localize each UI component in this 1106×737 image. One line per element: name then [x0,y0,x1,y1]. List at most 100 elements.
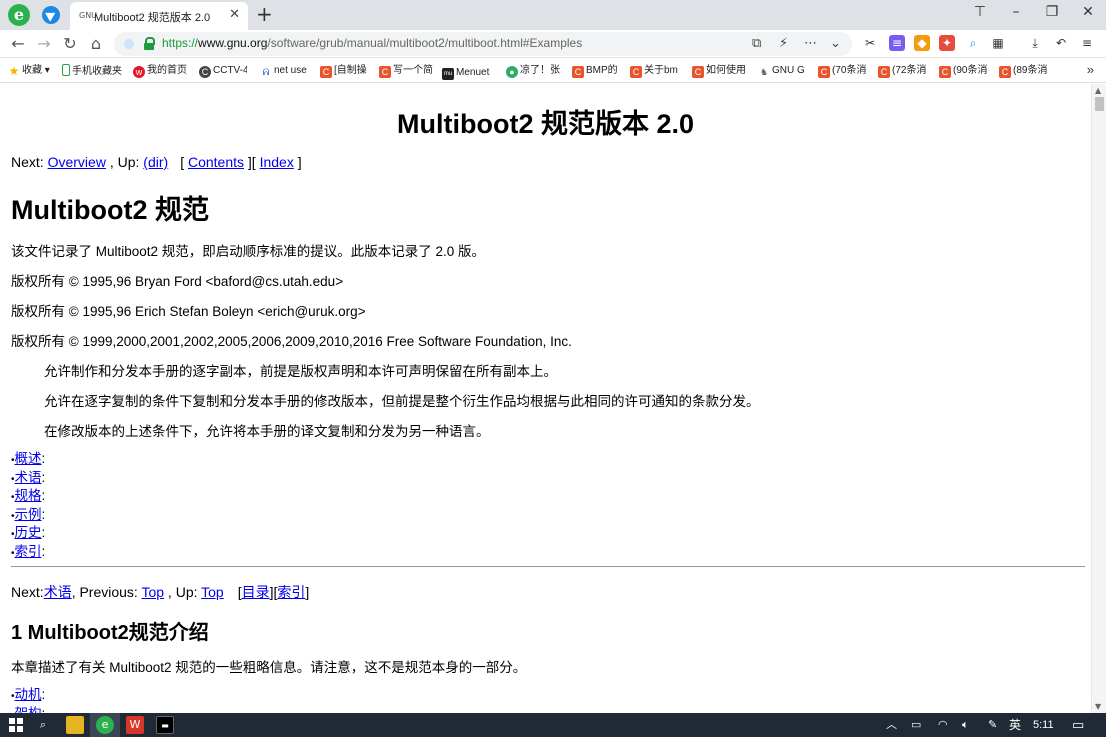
shield-extension-icon[interactable]: ◆ [914,35,930,51]
menu-icon[interactable]: ≡ [1079,35,1095,51]
csdn-icon: C [878,66,890,78]
link-overview[interactable]: Overview [48,154,106,170]
search-icon[interactable]: ⌕ [34,716,52,734]
apps-grid-icon[interactable]: ▦ [990,35,1006,51]
bookmark-menuet[interactable]: mu Menuet [442,64,494,80]
browser-toolbar: ← → ↻ ⌂ https://www.gnu.org/software/gru… [0,30,1106,58]
browser-logo-icon[interactable]: e [8,4,30,26]
toc-link-index[interactable]: 索引 [15,544,42,559]
toc-link-architecture[interactable]: 架构 [15,706,42,714]
search-extension-icon[interactable]: ⌕ [965,35,981,51]
bookmark-wechat[interactable]: ● 凉了！张 [506,64,566,78]
link-up-top[interactable]: Top [201,584,224,600]
menuet-icon: mu [442,68,454,80]
new-tab-button[interactable]: + [256,2,273,26]
document-title: Multiboot2 规范版本 2.0 [397,109,694,139]
chapter-navigation: Next:术语, Previous: Top , Up: Top [目录][索引] [11,584,310,600]
site-info-icon[interactable] [124,39,134,49]
bookmark-c1[interactable]: C [自制操 [320,64,370,78]
bookmark-bmp[interactable]: C BMP的 [572,64,626,78]
browser-taskbar-icon[interactable]: e [96,716,114,734]
toc-item: •概述: [11,451,46,466]
bookmark-homepage[interactable]: w 我的首页 [133,64,187,78]
link-previous-top[interactable]: Top [141,584,164,600]
tab-title: Multiboot2 规范版本 2.0 [94,12,211,24]
scroll-up-icon[interactable]: ▲ [1095,86,1101,95]
home-button[interactable]: ⌂ [86,33,106,55]
bookmark-mobile[interactable]: 手机收藏夹 [62,64,122,78]
toc-link-specification[interactable]: 规格 [15,488,42,503]
chapter-intro: 本章描述了有关 Multiboot2 规范的一些粗略信息。请注意，这不是规范本身… [11,660,527,675]
vertical-scrollbar[interactable]: ▲ ▼ [1091,84,1106,713]
minimize-button[interactable]: – [1006,4,1026,20]
toc-link-examples[interactable]: 示例 [15,507,42,522]
link-catalog[interactable]: 目录 [242,584,270,600]
shirt-skin-icon[interactable]: ⊤ [970,4,990,20]
link-index[interactable]: Index [260,154,294,170]
star-icon: ★ [8,64,20,78]
bookmark-howto[interactable]: C 如何使用 [692,64,754,78]
undo-icon[interactable]: ↶ [1053,35,1069,51]
wps-icon[interactable]: W [126,716,144,734]
pinned-tab-icon[interactable] [42,6,60,24]
tab-close-icon[interactable]: ✕ [229,7,240,22]
address-bar[interactable]: https://www.gnu.org/software/grub/manual… [114,32,852,56]
copyright-ford: 版权所有 © 1995,96 Bryan Ford <baford@cs.uta… [11,274,344,289]
url-text[interactable]: https://www.gnu.org/software/grub/manual… [162,36,582,50]
tab-active[interactable]: GNU Multiboot2 规范版本 2.0 ✕ [70,2,248,30]
close-window-button[interactable]: ✕ [1078,4,1098,20]
translate-icon[interactable]: ⧉ [752,35,761,53]
bookmark-gnu[interactable]: ♞ GNU G [758,64,812,78]
bookmark-70[interactable]: C (70条消 [818,64,874,78]
bookmarks-more-button[interactable]: » [1087,62,1094,77]
forward-button[interactable]: → [34,33,54,55]
game-extension-icon[interactable]: ✦ [939,35,955,51]
more-icon[interactable]: ⋯ [804,35,817,53]
bookmark-c2[interactable]: C 写一个简 [379,64,433,78]
csdn-icon: C [320,66,332,78]
bookmark-72[interactable]: C (72条消 [878,64,934,78]
scroll-thumb[interactable] [1095,97,1104,111]
link-terminology[interactable]: 术语 [44,584,72,600]
toc-link-terminology[interactable]: 术语 [15,470,42,485]
volume-icon[interactable]: 🔈︎ [962,718,969,732]
wifi-icon[interactable]: ◠ [938,718,948,732]
phone-icon [62,64,70,76]
scissors-icon[interactable]: ✂ [862,35,878,51]
back-button[interactable]: ← [8,33,28,55]
bookmark-cctv[interactable]: C CCTV-4 [199,64,247,78]
lightning-icon[interactable]: ⚡ [779,35,788,53]
windows-taskbar: ⌕ e W ▬ ︿ ▭ ◠ 🔈︎ ✎ 英 5:11 ▭ [0,713,1106,737]
windows-start-icon[interactable] [9,718,23,732]
link-index-zh[interactable]: 索引 [277,584,305,600]
notification-icon[interactable]: ▭ [1072,718,1084,732]
extension-purple-icon[interactable]: ≡ [889,35,905,51]
csdn-icon: C [379,66,391,78]
bookmark-bm[interactable]: C 关于bm [630,64,686,78]
battery-icon[interactable]: ▭ [911,718,921,732]
input-language[interactable]: 英 [1009,718,1021,732]
pen-icon[interactable]: ✎ [988,718,997,732]
bookmark-89[interactable]: C (89条消 [999,64,1055,78]
download-icon[interactable]: ⤓ [1027,35,1043,51]
toc-link-history[interactable]: 历史 [15,525,42,540]
link-dir[interactable]: (dir) [143,154,168,170]
bookmark-90[interactable]: C (90条消 [939,64,995,78]
toc-link-overview[interactable]: 概述 [15,451,42,466]
file-explorer-icon[interactable] [66,716,84,734]
reload-button[interactable]: ↻ [60,33,80,55]
scroll-down-icon[interactable]: ▼ [1095,702,1101,711]
csdn-icon: C [818,66,830,78]
tray-chevron-up-icon[interactable]: ︿ [886,718,897,732]
lock-icon[interactable] [144,37,155,50]
page-content: Multiboot2 规范版本 2.0 Next: Overview , Up:… [0,84,1091,713]
toc-link-motivation[interactable]: 动机 [15,687,42,702]
restore-button[interactable]: ❐ [1042,4,1062,20]
clock-time[interactable]: 5:11 [1033,718,1054,732]
link-contents[interactable]: Contents [188,154,244,170]
terminal-icon[interactable]: ▬ [156,716,174,734]
bookmark-netuse[interactable]: ᕱ net use [260,64,312,78]
cctv-icon: C [199,66,211,78]
bookmark-favorites[interactable]: ★ 收藏 ▾ [8,64,50,78]
chevron-down-icon[interactable]: ⌄ [830,35,841,53]
